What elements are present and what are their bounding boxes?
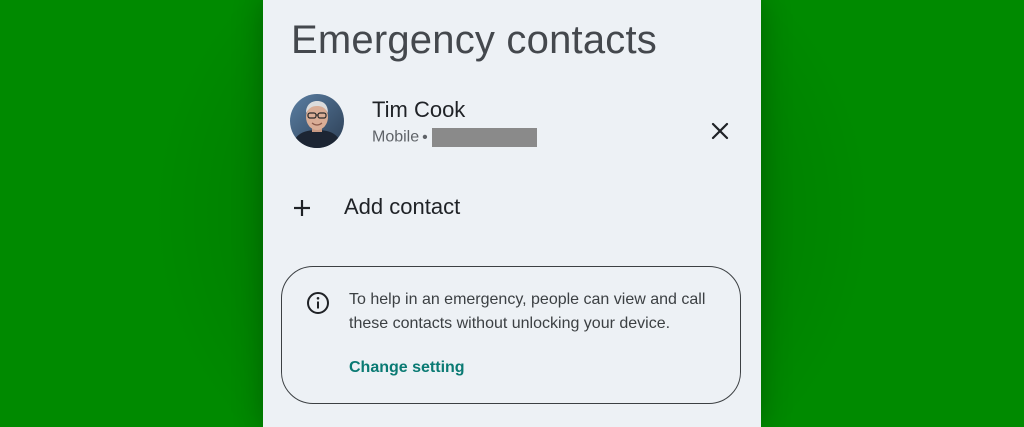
contact-phone: Mobile • — [372, 128, 537, 148]
add-contact-button[interactable]: Add contact — [291, 188, 511, 228]
phone-type-label: Mobile — [372, 128, 420, 146]
info-icon — [307, 292, 329, 314]
plus-icon — [294, 200, 310, 216]
add-contact-label: Add contact — [344, 194, 461, 219]
page-title: Emergency contacts — [291, 18, 657, 62]
remove-contact-button[interactable] — [698, 109, 742, 153]
contact-name: Tim Cook — [372, 97, 466, 122]
close-icon — [711, 122, 729, 140]
info-message: To help in an emergency, people can view… — [349, 291, 706, 332]
contact-list-item[interactable]: Tim Cook Mobile • — [290, 93, 740, 151]
info-card: To help in an emergency, people can view… — [281, 266, 741, 404]
emergency-contacts-panel: Emergency contacts Tim Cook Mobile • Add… — [263, 0, 761, 427]
change-setting-link[interactable]: Change setting — [349, 359, 465, 377]
redacted-phone-number — [431, 128, 537, 147]
contact-avatar — [290, 94, 344, 148]
phone-separator: • — [422, 128, 428, 146]
